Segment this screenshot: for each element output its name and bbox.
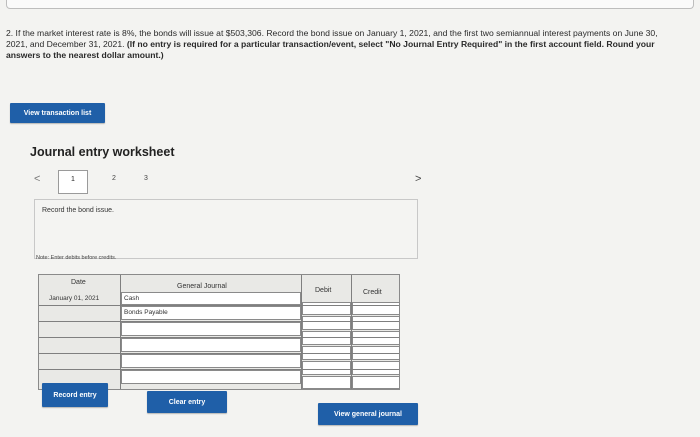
date-header: Date <box>71 279 86 286</box>
account-field[interactable]: Bonds Payable <box>121 306 301 320</box>
next-page-button[interactable]: > <box>415 173 421 185</box>
account-field[interactable] <box>121 370 301 384</box>
transaction-description-box: Record the bond issue. <box>34 199 418 259</box>
worksheet-title: Journal entry worksheet <box>30 145 175 159</box>
credit-field[interactable] <box>352 302 400 315</box>
view-transaction-list-button[interactable]: View transaction list <box>10 103 105 123</box>
clear-entry-button[interactable]: Clear entry <box>147 391 227 413</box>
page-tab-2[interactable]: 2 <box>112 175 116 182</box>
account-field[interactable] <box>121 338 301 352</box>
page-tab-3[interactable]: 3 <box>144 175 148 182</box>
prev-page-button[interactable]: < <box>34 173 40 185</box>
account-value: Cash <box>124 295 140 302</box>
debit-field[interactable] <box>302 331 351 345</box>
account-header: General Journal <box>177 283 227 290</box>
debit-field[interactable] <box>302 361 351 375</box>
top-frame <box>6 0 694 9</box>
credit-field[interactable] <box>352 361 400 375</box>
debit-field[interactable] <box>302 302 351 315</box>
note-text: Note: Enter debits before credits. <box>36 255 117 261</box>
account-field[interactable]: Cash <box>121 292 301 305</box>
account-value: Bonds Payable <box>124 309 168 316</box>
debit-header: Debit <box>315 287 332 294</box>
debit-field[interactable] <box>302 316 351 330</box>
transaction-description: Record the bond issue. <box>42 207 114 214</box>
account-field[interactable] <box>121 354 301 368</box>
credit-field[interactable] <box>352 316 400 330</box>
question-text: 2. If the market interest rate is 8%, th… <box>6 28 666 61</box>
journal-table: Date General Journal Debit Credit Januar… <box>38 274 400 390</box>
record-entry-button[interactable]: Record entry <box>42 383 108 407</box>
debit-field[interactable] <box>302 376 351 389</box>
view-general-journal-button[interactable]: View general journal <box>318 403 418 425</box>
date-cell[interactable]: January 01, 2021 <box>49 295 99 302</box>
account-field[interactable] <box>121 322 301 336</box>
credit-header: Credit <box>363 289 382 296</box>
credit-field[interactable] <box>352 376 400 389</box>
page-tab-1[interactable]: 1 <box>58 170 88 194</box>
credit-field[interactable] <box>352 331 400 345</box>
